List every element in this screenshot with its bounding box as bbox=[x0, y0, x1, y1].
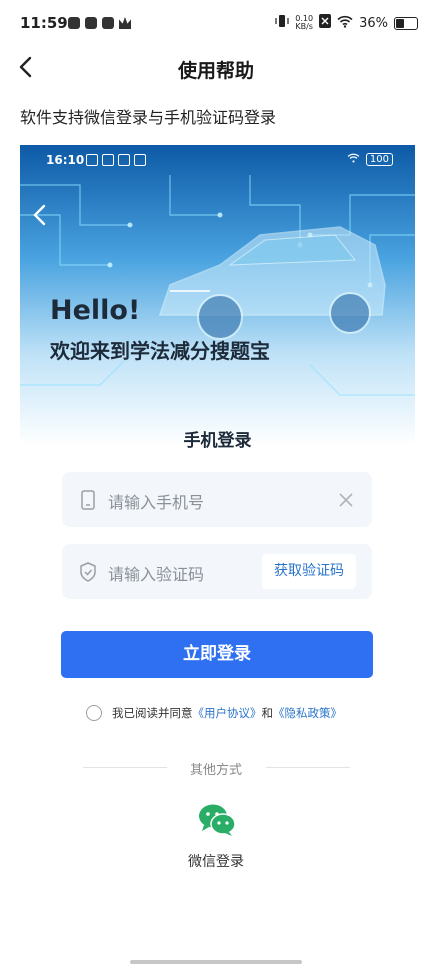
network-speed: 0.10 KB/s bbox=[295, 15, 313, 31]
embedded-status-time: 16:10 bbox=[46, 153, 85, 167]
hero-welcome: 欢迎来到学法减分搜题宝 bbox=[50, 339, 270, 363]
status-right: 0.10 KB/s 36% bbox=[275, 14, 418, 32]
notification-icons bbox=[68, 17, 131, 29]
agreement-prefix: 我已阅读并同意 bbox=[112, 706, 193, 720]
embedded-status-bar: 16:10 100 bbox=[20, 145, 415, 175]
embedded-wifi-icon bbox=[347, 152, 360, 166]
embedded-battery: 100 bbox=[365, 152, 393, 166]
phone-icon bbox=[81, 490, 95, 510]
embedded-status-right: 100 bbox=[347, 152, 393, 166]
status-bar: 11:59 0.10 KB/s 36% bbox=[0, 0, 432, 48]
privacy-policy-link[interactable]: 《隐私政策》 bbox=[273, 705, 342, 721]
message-icon bbox=[68, 17, 80, 29]
status-time: 11:59 bbox=[20, 14, 68, 32]
no-sim-icon bbox=[319, 14, 332, 32]
agreement-row: 我已阅读并同意 《用户协议》 和 《隐私政策》 bbox=[86, 705, 342, 721]
home-indicator[interactable] bbox=[130, 960, 302, 964]
vibrate-icon bbox=[275, 14, 289, 32]
mail-icon bbox=[102, 17, 114, 29]
embedded-notification-icons bbox=[86, 154, 146, 166]
page-title: 使用帮助 bbox=[177, 60, 254, 82]
other-methods-label: 其他方式 bbox=[189, 763, 242, 778]
phone-placeholder: 请输入手机号 bbox=[108, 493, 205, 512]
help-screenshot: 16:10 100 Hello! 欢迎来到学法减分搜题宝 手机登录 bbox=[20, 145, 415, 475]
embedded-wechat-icon bbox=[102, 154, 114, 166]
battery-fill bbox=[396, 18, 404, 28]
login-title: 手机登录 bbox=[183, 431, 252, 451]
phone-field[interactable]: 请输入手机号 bbox=[62, 472, 372, 527]
wechat-login-label: 微信登录 bbox=[188, 854, 244, 870]
embedded-image-icon bbox=[134, 154, 146, 166]
shield-icon bbox=[80, 562, 96, 582]
wechat-icon[interactable] bbox=[198, 803, 236, 837]
nav-bar: 使用帮助 bbox=[0, 48, 432, 88]
clear-icon[interactable] bbox=[338, 492, 354, 508]
code-placeholder: 请输入验证码 bbox=[108, 565, 205, 584]
battery-percent: 36% bbox=[359, 15, 388, 31]
hero-hello: Hello! bbox=[50, 295, 141, 326]
embedded-back-icon bbox=[33, 204, 46, 226]
get-code-button[interactable]: 获取验证码 bbox=[262, 554, 356, 589]
user-agreement-link[interactable]: 《用户协议》 bbox=[193, 705, 262, 721]
agreement-conjunction: 和 bbox=[261, 706, 274, 720]
battery-icon bbox=[394, 16, 418, 30]
wifi-icon bbox=[337, 15, 353, 32]
agreement-checkbox[interactable] bbox=[86, 705, 102, 721]
car-illustration bbox=[158, 226, 386, 340]
app-notification-icon bbox=[85, 17, 97, 29]
help-section-title: 软件支持微信登录与手机验证码登录 bbox=[20, 108, 277, 127]
embedded-app-icon bbox=[86, 154, 98, 166]
speed-unit: KB/s bbox=[295, 22, 313, 31]
embedded-mail-icon bbox=[118, 154, 130, 166]
crown-icon bbox=[119, 17, 131, 29]
verification-code-field[interactable]: 请输入验证码 获取验证码 bbox=[62, 544, 372, 599]
login-button[interactable]: 立即登录 bbox=[61, 631, 373, 678]
